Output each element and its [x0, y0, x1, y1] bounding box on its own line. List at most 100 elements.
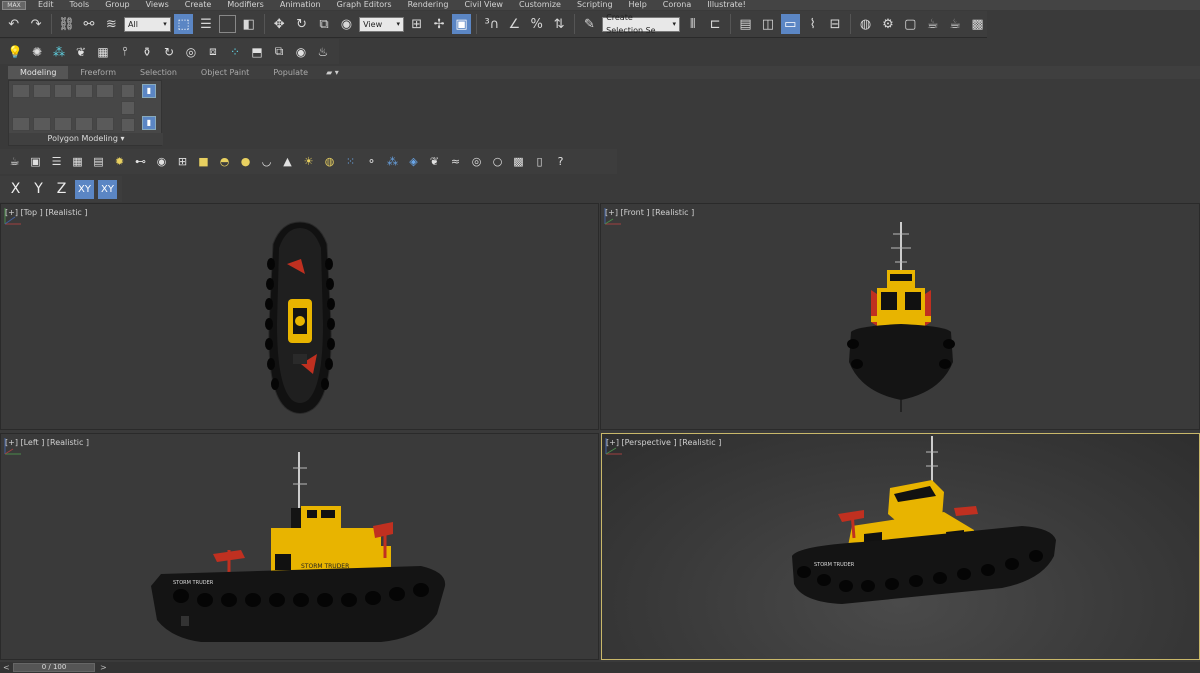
nodes-icon[interactable]: ⁘: [226, 43, 244, 61]
collapse-stack-button[interactable]: [54, 117, 72, 131]
tab-modeling[interactable]: Modeling: [8, 66, 69, 79]
particles-icon[interactable]: ⁙: [342, 153, 359, 170]
cone-icon[interactable]: ▲: [279, 153, 296, 170]
menu-group[interactable]: Group: [97, 0, 137, 10]
bottle-icon[interactable]: ⚱: [138, 43, 156, 61]
grid-settings-icon[interactable]: ▩: [510, 153, 527, 170]
pivot-center-icon[interactable]: ⊞: [407, 14, 426, 34]
disc-icon[interactable]: ◍: [321, 153, 338, 170]
spinner-snap-icon[interactable]: ⇅: [549, 14, 568, 34]
bind-space-warp-icon[interactable]: ≋: [102, 14, 121, 34]
select-by-name-icon[interactable]: ☰: [196, 14, 215, 34]
timeline-next-button[interactable]: >: [100, 662, 107, 673]
record-icon[interactable]: ◉: [153, 153, 170, 170]
pin-icon[interactable]: ⫯: [116, 43, 134, 61]
ribbon-options-icon[interactable]: ▰ ▾: [320, 68, 339, 77]
pin-stack-button[interactable]: ▮: [142, 116, 156, 130]
scatter-tool-icon[interactable]: ⁂: [384, 153, 401, 170]
tab-selection[interactable]: Selection: [128, 66, 189, 79]
move-icon[interactable]: ✥: [270, 14, 289, 34]
menu-help[interactable]: Help: [621, 0, 655, 10]
bulb-outline-icon[interactable]: ♨: [314, 43, 332, 61]
light-lister-icon[interactable]: ⁂: [50, 43, 68, 61]
axis-y-button[interactable]: Y: [29, 180, 48, 199]
render-setup-icon[interactable]: ⚙: [878, 14, 897, 34]
percent-snap-icon[interactable]: %: [527, 14, 546, 34]
keyboard-shortcut-override-icon[interactable]: ▣: [451, 14, 472, 34]
viewport-perspective[interactable]: [+] [Perspective ] [Realistic ] STORM TR…: [601, 433, 1200, 660]
edit-named-selection-icon[interactable]: ✎: [580, 14, 599, 34]
snaps-toggle-icon[interactable]: ³∩: [482, 14, 501, 34]
show-cage-button[interactable]: ▮: [142, 84, 156, 98]
light-icon[interactable]: ✹: [111, 153, 128, 170]
scatter-icon[interactable]: ❦: [72, 43, 90, 61]
tab-object-paint[interactable]: Object Paint: [189, 66, 261, 79]
panel-label[interactable]: Polygon Modeling ▾: [9, 133, 163, 145]
sun-icon[interactable]: ☀: [300, 153, 317, 170]
apply-modifier-button[interactable]: [96, 117, 114, 131]
select-manipulate-icon[interactable]: ✢: [429, 14, 448, 34]
scale-icon[interactable]: ⧉: [314, 14, 333, 34]
molecule-icon[interactable]: ⚬: [363, 153, 380, 170]
polygon-mode-button[interactable]: [75, 84, 93, 98]
tab-populate[interactable]: Populate: [261, 66, 320, 79]
help-icon[interactable]: ?: [552, 153, 569, 170]
menu-tools[interactable]: Tools: [62, 0, 98, 10]
menu-corona[interactable]: Corona: [655, 0, 699, 10]
preserve-uvs-button[interactable]: [33, 117, 51, 131]
rectangular-selection-icon[interactable]: [218, 15, 237, 33]
align-icon[interactable]: ⊏: [705, 14, 724, 34]
render-in-cloud-icon[interactable]: ▩: [968, 14, 987, 34]
curve-editor-icon[interactable]: ⌇: [803, 14, 822, 34]
viewport-top[interactable]: [+] [Top ] [Realistic ]: [0, 203, 599, 430]
menu-animation[interactable]: Animation: [272, 0, 329, 10]
shell-icon[interactable]: ◎: [468, 153, 485, 170]
border-mode-button[interactable]: [54, 84, 72, 98]
element-mode-button[interactable]: [96, 84, 114, 98]
toggle-ribbon-icon[interactable]: ▭: [780, 14, 801, 34]
table-icon[interactable]: ▦: [94, 43, 112, 61]
material-editor-icon[interactable]: ◍: [856, 14, 875, 34]
window-crossing-icon[interactable]: ◧: [239, 14, 258, 34]
axis-z-button[interactable]: Z: [52, 180, 71, 199]
layer-explorer-icon[interactable]: ◫: [758, 14, 777, 34]
rotate-icon[interactable]: ↻: [292, 14, 311, 34]
menu-illustrate[interactable]: Illustrate!: [699, 0, 754, 10]
white-sphere-icon[interactable]: ○: [489, 153, 506, 170]
named-selection-set-select[interactable]: Create Selection Se ▾: [602, 13, 681, 35]
scene-explorer-icon[interactable]: ▤: [736, 14, 755, 34]
unlink-icon[interactable]: ⚯: [79, 14, 98, 34]
hair-icon[interactable]: ≈: [447, 153, 464, 170]
app-logo-icon[interactable]: MAX: [2, 0, 26, 10]
time-slider[interactable]: 0 / 100: [13, 663, 95, 672]
angle-snap-icon[interactable]: ∠: [505, 14, 524, 34]
sphere-icon[interactable]: ●: [237, 153, 254, 170]
edge-mode-button[interactable]: [33, 84, 51, 98]
menu-graph-editors[interactable]: Graph Editors: [329, 0, 400, 10]
mirror-icon[interactable]: ⫴: [683, 14, 702, 34]
grid-icon[interactable]: ▦: [69, 153, 86, 170]
viewport-front[interactable]: [+] [Front ] [Realistic ]: [600, 203, 1200, 430]
menu-civil-view[interactable]: Civil View: [456, 0, 511, 10]
menu-scripting[interactable]: Scripting: [569, 0, 621, 10]
place-icon[interactable]: ◉: [337, 14, 356, 34]
tab-freeform[interactable]: Freeform: [68, 66, 128, 79]
camera-frame-icon[interactable]: ⬒: [248, 43, 266, 61]
schematic-view-icon[interactable]: ⊟: [825, 14, 844, 34]
bowl-icon[interactable]: ◡: [258, 153, 275, 170]
render-frame-icon[interactable]: ▣: [27, 153, 44, 170]
link-icon[interactable]: ⛓: [57, 14, 76, 34]
rendered-frame-window-icon[interactable]: ▢: [901, 14, 920, 34]
axis-x-button[interactable]: X: [6, 180, 25, 199]
refresh-icon[interactable]: ↻: [160, 43, 178, 61]
shrink-button[interactable]: [121, 101, 135, 115]
screen-icon[interactable]: ▤: [90, 153, 107, 170]
light-bulb-icon[interactable]: 💡: [6, 43, 24, 61]
frame-icon[interactable]: ⧈: [204, 43, 222, 61]
viewport-left[interactable]: [+] [Left ] [Realistic ] STORM TRUDER ST…: [0, 433, 599, 660]
undo-icon[interactable]: ↶: [4, 14, 23, 34]
copy-frame-icon[interactable]: ⧉: [270, 43, 288, 61]
plant-icon[interactable]: ❦: [426, 153, 443, 170]
list-icon[interactable]: ☰: [48, 153, 65, 170]
ring-button[interactable]: [121, 118, 135, 132]
